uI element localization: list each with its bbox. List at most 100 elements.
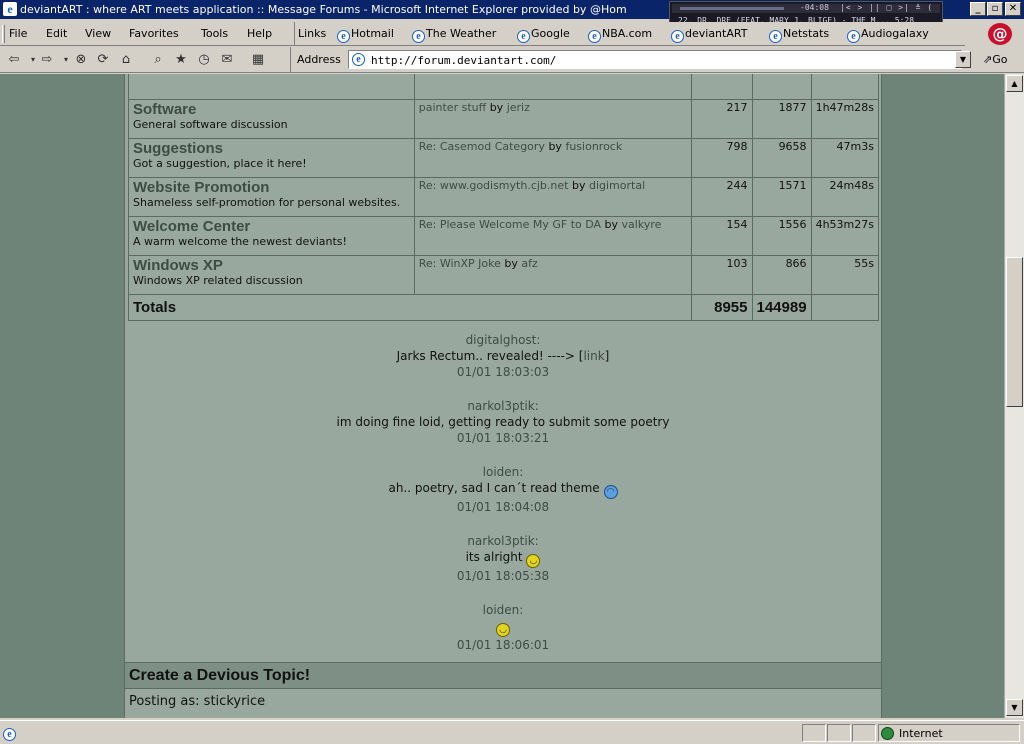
- link-netstats[interactable]: e Netstats: [769, 27, 829, 43]
- smiley-icon: ◡: [526, 554, 541, 568]
- vertical-scrollbar[interactable]: ▲ ▼: [1004, 74, 1024, 718]
- minimize-button[interactable]: _: [970, 2, 986, 16]
- menu-tools[interactable]: Tools: [201, 27, 228, 40]
- zone-label: Internet: [899, 727, 943, 740]
- shout-user[interactable]: digitalghost:: [125, 332, 881, 348]
- topic-count: 154: [690, 216, 753, 256]
- favorites-icon[interactable]: ★: [172, 52, 190, 68]
- link-the-weather[interactable]: e The Weather: [412, 27, 496, 43]
- title-bar: e deviantART : where ART meets applicati…: [0, 0, 1024, 28]
- last-post-link[interactable]: Re: Please Welcome My GF to DA: [419, 218, 601, 231]
- forum-description: Skinning related discussions: [133, 74, 410, 76]
- ie-icon: e: [412, 30, 425, 43]
- last-post-link[interactable]: Re: WinXP Joke: [419, 257, 501, 270]
- ie-icon: e: [769, 30, 782, 43]
- shout-entry: loiden: ah.. poetry, sad I can´t read the…: [125, 464, 881, 515]
- shout-user[interactable]: narkol3ptik:: [125, 533, 881, 549]
- close-button[interactable]: ✕: [1005, 2, 1021, 16]
- forum-description: Shameless self-promotion for personal we…: [133, 196, 401, 209]
- shout-time: 01/01 18:03:03: [456, 365, 550, 379]
- shout-user[interactable]: loiden:: [125, 602, 881, 618]
- post-count: [751, 74, 812, 100]
- last-post-age: 1h47m28s: [810, 99, 880, 139]
- forum-content: Skinning related discussions SoftwareGen…: [124, 74, 882, 718]
- topic-count: 798: [690, 138, 753, 178]
- last-post-link[interactable]: painter stuff: [419, 101, 486, 114]
- author-link[interactable]: afz: [521, 257, 537, 270]
- shoutbox: digitalghost: Jarks Rectum.. revealed! --…: [125, 332, 881, 671]
- scroll-thumb[interactable]: [1006, 257, 1023, 407]
- forward-icon[interactable]: ⇨: [38, 52, 56, 68]
- create-topic-title: Create a Devious Topic!: [129, 667, 311, 684]
- link-nba[interactable]: e NBA.com: [588, 27, 652, 43]
- back-icon[interactable]: ⇦: [5, 52, 23, 68]
- history-icon[interactable]: ◷: [195, 52, 213, 68]
- restore-button[interactable]: ▫: [987, 2, 1003, 16]
- window-title: deviantART : where ART meets application…: [20, 3, 627, 16]
- topic-count: 217: [690, 99, 753, 139]
- shout-time: 01/01 18:03:21: [456, 431, 550, 445]
- player-seek-row[interactable]: -04:08 |< > || □ >| ≙ (: [672, 3, 940, 13]
- menu-edit[interactable]: Edit: [46, 27, 67, 40]
- shout-message: ah.. poetry, sad I can´t read theme ◠: [125, 480, 881, 499]
- toolbar-grip[interactable]: [2, 25, 5, 43]
- forum-name-link[interactable]: Windows XP: [133, 257, 410, 274]
- shout-time: 01/01 18:05:38: [456, 569, 550, 583]
- forum-name-link[interactable]: Suggestions: [133, 140, 410, 157]
- link-hotmail[interactable]: e Hotmail: [337, 27, 394, 43]
- shout-link[interactable]: link: [583, 349, 604, 363]
- go-button[interactable]: ⇗Go: [983, 53, 1007, 66]
- author-link[interactable]: fusionrock: [565, 140, 622, 153]
- search-icon[interactable]: ⌕: [149, 52, 167, 68]
- address-dropdown-icon[interactable]: ▼: [955, 51, 971, 68]
- seek-bar[interactable]: [680, 7, 784, 10]
- last-post-cell: Re: www.godismyth.cjb.net by digimortal: [413, 177, 692, 217]
- last-post-link[interactable]: Re: www.godismyth.cjb.net: [419, 179, 569, 192]
- by-label: by: [548, 140, 562, 153]
- home-icon[interactable]: ⌂: [117, 52, 135, 68]
- link-audiogalaxy[interactable]: e Audiogalaxy: [847, 27, 929, 43]
- forum-name-link[interactable]: Software: [133, 101, 410, 118]
- forum-name-link[interactable]: Website Promotion: [133, 179, 410, 196]
- shout-time: 01/01 18:06:01: [456, 638, 550, 652]
- ie-icon: e: [517, 30, 530, 43]
- forum-description: General software discussion: [133, 118, 288, 131]
- menu-view[interactable]: View: [85, 27, 111, 40]
- shout-message: im doing fine loid, getting ready to sub…: [336, 415, 670, 429]
- menu-file[interactable]: File: [9, 27, 27, 40]
- at-home-logo-icon: @: [988, 23, 1012, 45]
- forum-cell: Windows XP Windows XP related discussion: [128, 255, 415, 295]
- author-link[interactable]: digimortal: [589, 179, 645, 192]
- totals-label: Totals: [128, 294, 692, 321]
- menu-help[interactable]: Help: [247, 27, 272, 40]
- navigation-toolbar: ⇦ ▾ ⇨ ▾ ⊗ ⟳ ⌂ ⌕ ★ ◷ ✉ ▦: [0, 47, 290, 73]
- player-controls[interactable]: |< > || □ >| ≙ (: [840, 3, 933, 12]
- menu-favorites[interactable]: Favorites: [129, 27, 179, 40]
- mail-icon[interactable]: ✉: [218, 52, 236, 68]
- totals-row: Totals 8955 144989: [128, 294, 880, 321]
- forum-description: Windows XP related discussion: [133, 274, 303, 287]
- author-link[interactable]: jeriz: [507, 101, 530, 114]
- print-icon[interactable]: ▦: [249, 52, 267, 68]
- status-cell: [827, 724, 851, 742]
- shout-user[interactable]: narkol3ptik:: [125, 398, 881, 414]
- link-deviantart[interactable]: e deviantART: [671, 27, 747, 43]
- refresh-icon[interactable]: ⟳: [94, 52, 112, 68]
- security-zone: Internet: [878, 724, 1020, 742]
- link-google[interactable]: e Google: [517, 27, 570, 43]
- shout-user[interactable]: loiden:: [125, 464, 881, 480]
- posting-as: Posting as: stickyrice: [129, 694, 266, 709]
- scroll-up-icon[interactable]: ▲: [1006, 75, 1023, 92]
- author-link[interactable]: valkyre: [622, 218, 662, 231]
- ie-icon: e: [337, 30, 350, 43]
- last-post-cell: Re: Please Welcome My GF to DA by valkyr…: [413, 216, 692, 256]
- address-url[interactable]: http://forum.deviantart.com/: [371, 54, 556, 67]
- last-post-link[interactable]: Re: Casemod Category: [419, 140, 545, 153]
- stop-icon[interactable]: ⊗: [72, 52, 90, 68]
- status-cell: [852, 724, 876, 742]
- forum-name-link[interactable]: Welcome Center: [133, 218, 410, 235]
- address-input[interactable]: e http://forum.deviantart.com/: [348, 50, 962, 69]
- totals-posts: 144989: [751, 294, 812, 321]
- scroll-down-icon[interactable]: ▼: [1006, 699, 1023, 716]
- last-post-cell: [413, 74, 692, 100]
